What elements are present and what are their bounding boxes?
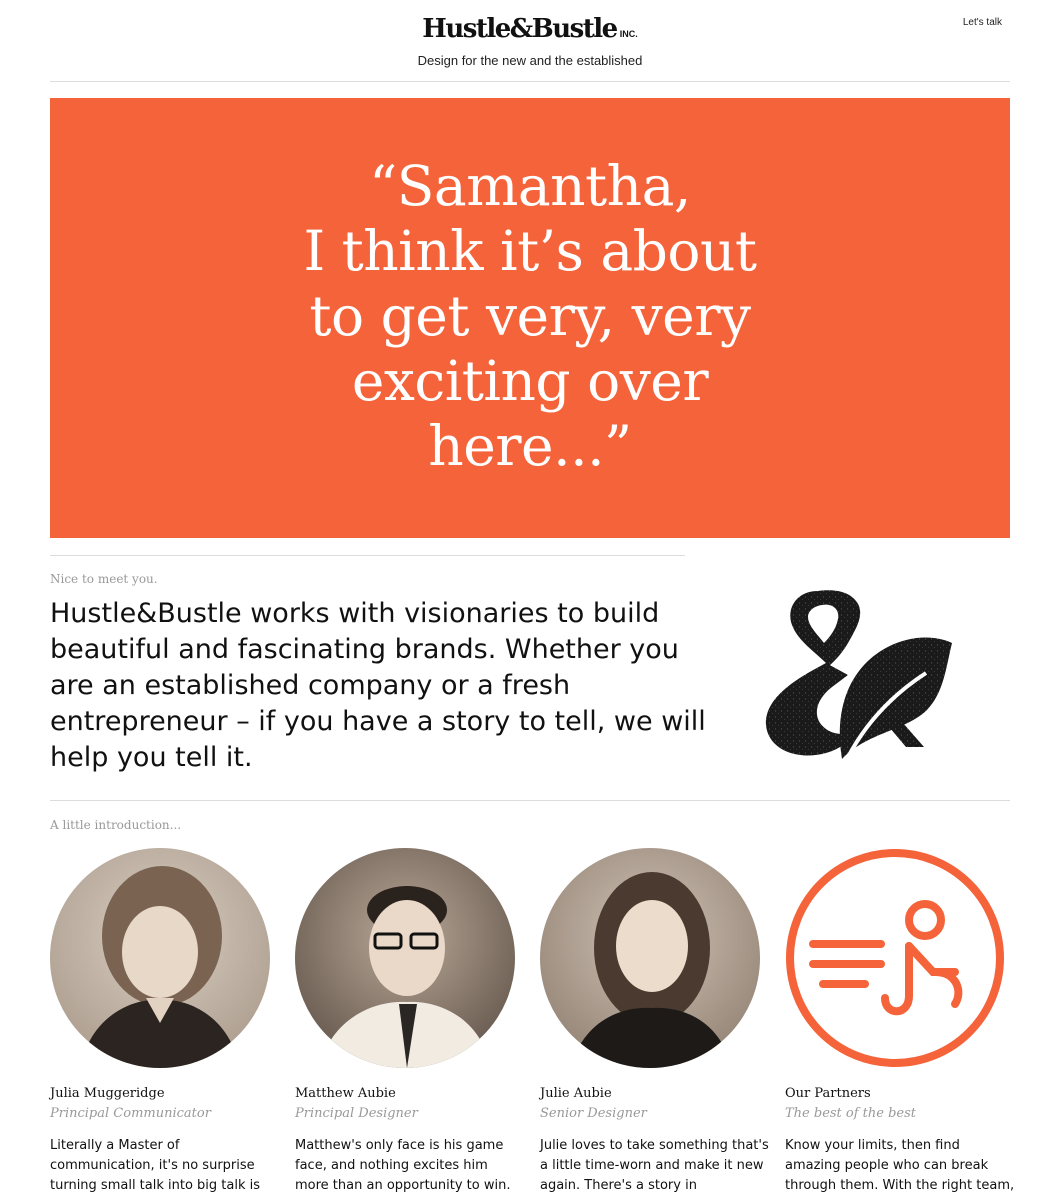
portrait-photo	[540, 848, 760, 1068]
member-bio: Matthew's only face is his game face, an…	[295, 1138, 511, 1193]
portrait-photo	[50, 848, 270, 1068]
member-name: Julie Aubie	[540, 1086, 612, 1101]
hero-quote-line: I think it’s about	[303, 218, 757, 283]
team-divider	[50, 800, 1010, 801]
member-name: Julia Muggeridge	[50, 1086, 165, 1101]
member-role: The best of the best	[785, 1106, 917, 1121]
site-header: Hustle&Bustle INC. Design for the new and…	[0, 0, 1060, 82]
avatar[interactable]	[540, 848, 760, 1068]
intro-text: Hustle&Bustle works with visionaries to …	[50, 598, 706, 773]
portrait-photo	[295, 848, 515, 1068]
member-role: Principal Communicator	[50, 1106, 211, 1121]
logo-wordmark: Hustle&Bustle	[422, 14, 618, 44]
hero-banner: “Samantha, I think it’s about to get ver…	[50, 98, 1010, 538]
lets-talk-link[interactable]: Let's talk	[963, 17, 1002, 28]
member-name: Our Partners	[785, 1086, 871, 1101]
member-bio: Julie loves to take something that's a l…	[540, 1138, 769, 1193]
member-role: Principal Designer	[295, 1106, 418, 1121]
team-member-card: Julia Muggeridge Principal Communicator …	[50, 848, 280, 1193]
hero-quote-line: here...”	[428, 413, 632, 478]
hero-quote: “Samantha, I think it’s about to get ver…	[250, 154, 810, 483]
avatar[interactable]	[295, 848, 515, 1068]
intro-divider	[50, 555, 685, 556]
avatar[interactable]	[50, 848, 270, 1068]
team-member-card: Matthew Aubie Principal Designer Matthew…	[295, 848, 525, 1193]
logo-suffix: INC.	[619, 29, 638, 39]
hero-quote-line: “Samantha,	[369, 153, 691, 218]
intro-kicker: Nice to meet you.	[50, 572, 158, 586]
ampersand-leaf-icon	[765, 590, 952, 759]
member-role: Senior Designer	[540, 1106, 647, 1121]
tagline: Design for the new and the established	[417, 53, 643, 68]
partners-logo[interactable]	[785, 848, 1005, 1068]
member-name: Matthew Aubie	[295, 1086, 396, 1101]
team-member-card: Julie Aubie Senior Designer Julie loves …	[540, 848, 770, 1193]
member-bio: Know your limits, then find amazing peop…	[785, 1138, 1015, 1193]
hero-quote-line: exciting over	[351, 348, 709, 413]
partners-card: Our Partners The best of the best Know y…	[785, 848, 1015, 1193]
runner-monogram-icon	[786, 849, 1004, 1067]
hero-quote-line: to get very, very	[309, 283, 751, 348]
logo[interactable]: Hustle&Bustle INC.	[0, 14, 1060, 44]
member-bio: Literally a Master of communication, it'…	[50, 1138, 261, 1193]
header-divider	[50, 81, 1010, 82]
team-kicker: A little introduction...	[50, 818, 182, 832]
